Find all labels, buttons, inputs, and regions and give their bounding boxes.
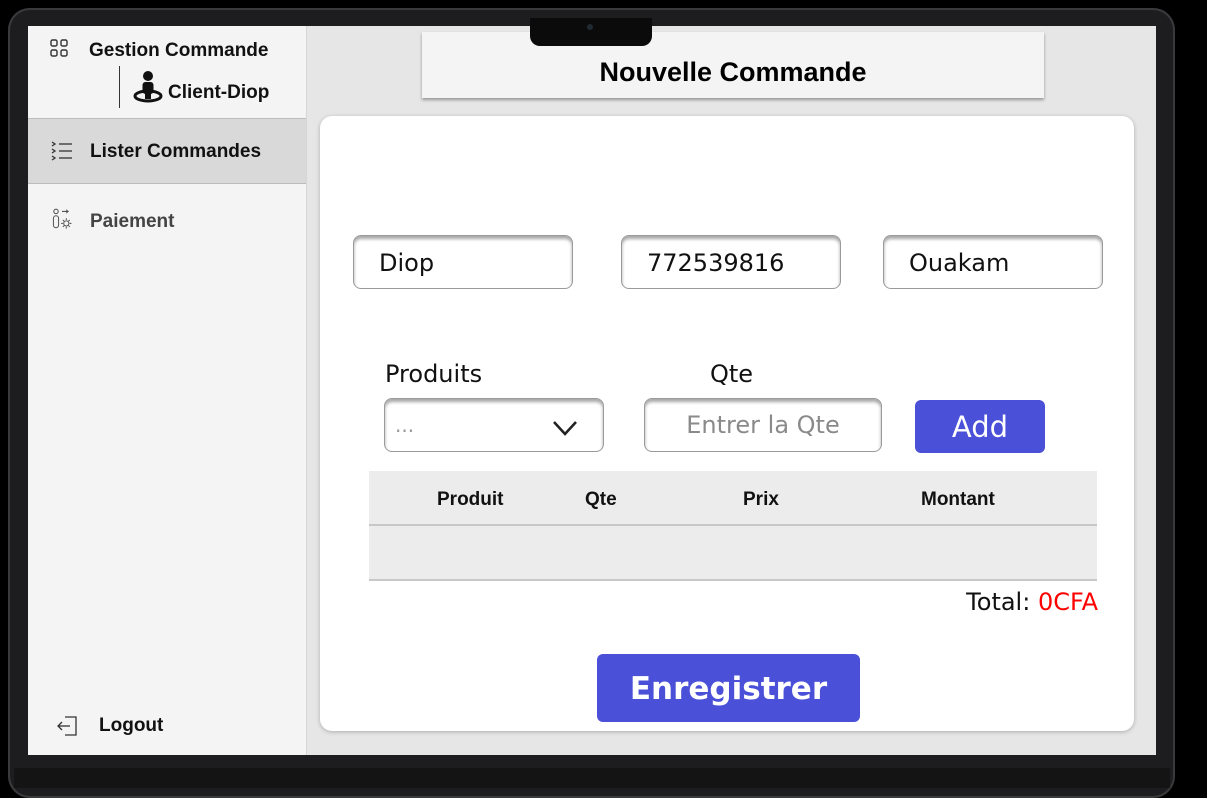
- save-button[interactable]: Enregistrer: [597, 654, 860, 722]
- app-title: Gestion Commande: [89, 40, 269, 61]
- laptop-bezel: [14, 768, 1170, 788]
- total-label: Total:: [966, 588, 1031, 616]
- sidebar-item-label: Lister Commandes: [90, 141, 262, 162]
- logout-icon: [57, 716, 77, 736]
- screen: Gestion Commande Client-Diop Lister Comm…: [28, 26, 1156, 755]
- user-location-icon: [133, 71, 163, 103]
- client-name: Client-Diop: [168, 82, 270, 103]
- produits-select[interactable]: ...: [384, 398, 604, 452]
- sidebar-header: Gestion Commande Client-Diop: [28, 26, 306, 119]
- column-header-produit: Produit: [437, 489, 504, 510]
- chevron-down-icon: [553, 421, 577, 436]
- produits-select-value: ...: [395, 413, 415, 437]
- total-value: 0CFA: [1037, 588, 1098, 616]
- sidebar-item-paiement[interactable]: Paiement: [28, 190, 306, 254]
- column-header-prix: Prix: [743, 489, 779, 510]
- list-icon: [51, 141, 72, 161]
- grid-icon: [50, 39, 68, 57]
- camera-icon: [587, 24, 593, 30]
- produits-label: Produits: [385, 360, 483, 388]
- column-header-qte: Qte: [585, 489, 617, 510]
- user-settings-icon: [52, 208, 72, 229]
- sidebar-item-lister-commandes[interactable]: Lister Commandes: [28, 119, 306, 184]
- table-row: [369, 526, 1097, 581]
- table-header: Produit Qte Prix Montant: [369, 471, 1097, 526]
- logout-button[interactable]: Logout: [28, 694, 306, 755]
- client-phone-field[interactable]: 772539816: [621, 235, 841, 289]
- divider: [119, 66, 120, 108]
- page-title: Nouvelle Commande: [599, 57, 867, 87]
- qte-label: Qte: [710, 360, 754, 388]
- sidebar-item-label: Paiement: [90, 211, 175, 232]
- sidebar: Gestion Commande Client-Diop Lister Comm…: [28, 26, 307, 755]
- page-header: Nouvelle Commande: [422, 32, 1044, 98]
- camera-notch: [530, 18, 652, 46]
- client-address-field[interactable]: Ouakam: [883, 235, 1103, 289]
- client-name-field[interactable]: Diop: [353, 235, 573, 289]
- order-form-card: Diop 772539816 Ouakam Produits Qte ... E…: [320, 116, 1134, 731]
- column-header-montant: Montant: [921, 489, 995, 510]
- add-button[interactable]: Add: [915, 400, 1045, 453]
- order-lines-table: Produit Qte Prix Montant: [369, 471, 1097, 581]
- qte-input[interactable]: Entrer la Qte: [644, 398, 882, 452]
- order-total: Total: 0CFA: [966, 588, 1098, 616]
- logout-label: Logout: [99, 715, 164, 736]
